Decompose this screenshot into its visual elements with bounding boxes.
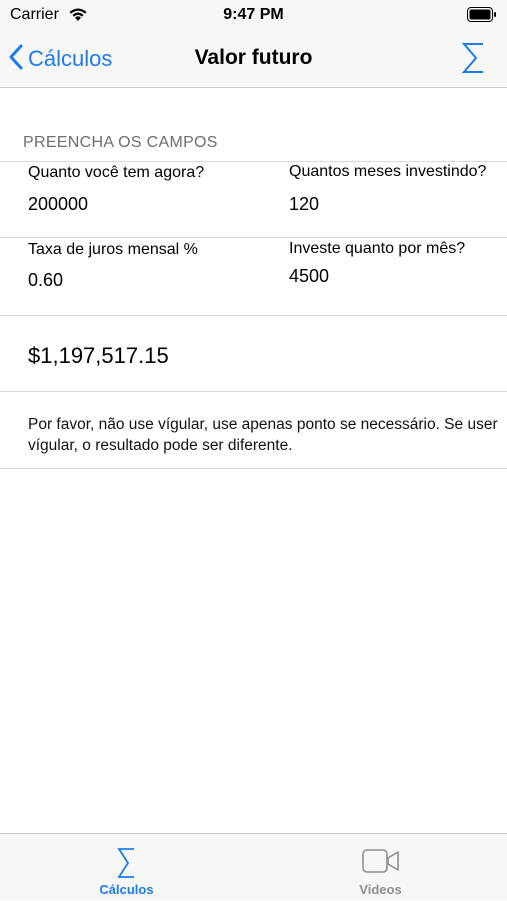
- current-amount-field[interactable]: 200000: [28, 194, 268, 215]
- tab-calculos[interactable]: Cálculos: [0, 834, 253, 901]
- battery-icon: [467, 7, 497, 27]
- sigma-button[interactable]: [459, 38, 489, 78]
- instruction-note: Por favor, não use vígular, use apenas p…: [28, 416, 498, 454]
- divider: [0, 315, 507, 316]
- page-title: Valor futuro: [194, 46, 313, 69]
- sigma-icon: [0, 846, 253, 880]
- tab-videos-label: Videos: [359, 882, 402, 897]
- interest-rate-label: Taxa de juros mensal %: [28, 241, 198, 258]
- divider: [0, 237, 507, 238]
- video-camera-icon: [254, 848, 507, 874]
- monthly-investment-field[interactable]: 4500: [289, 266, 499, 287]
- interest-rate-field[interactable]: 0.60: [28, 270, 268, 291]
- months-field[interactable]: 120: [289, 194, 499, 215]
- navigation-bar: Cálculos Valor futuro: [0, 30, 507, 88]
- monthly-investment-label: Investe quanto por mês?: [289, 240, 466, 257]
- result-value: $1,197,517.15: [28, 343, 169, 368]
- section-header: PREENCHA OS CAMPOS: [23, 134, 218, 151]
- tab-bar: Cálculos Videos: [0, 833, 507, 900]
- divider: [0, 161, 507, 162]
- tab-calculos-label: Cálculos: [99, 882, 154, 897]
- form-content: PREENCHA OS CAMPOS Quanto você tem agora…: [0, 89, 507, 833]
- tab-videos[interactable]: Videos: [254, 834, 507, 901]
- divider: [0, 468, 507, 469]
- status-time: 9:47 PM: [223, 6, 284, 23]
- sigma-icon: [459, 43, 489, 82]
- months-label: Quantos meses investindo?: [289, 163, 487, 180]
- current-amount-label: Quanto você tem agora?: [28, 164, 205, 181]
- status-bar: Carrier 9:47 PM: [0, 0, 507, 30]
- divider: [0, 391, 507, 392]
